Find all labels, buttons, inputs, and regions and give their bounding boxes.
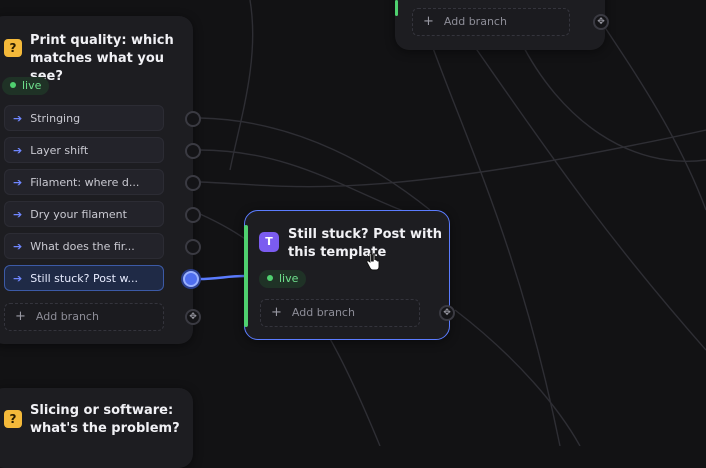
card-title: Print quality: which matches what you se…	[30, 33, 174, 84]
branch-port[interactable]	[185, 111, 201, 127]
question-icon: ?	[4, 39, 22, 57]
question-icon: ?	[4, 410, 22, 428]
template-icon: T	[259, 232, 279, 252]
card-accent-bar	[395, 0, 398, 16]
top-partial-card[interactable]: + Add branch ✥	[395, 0, 609, 50]
live-dot-icon	[267, 275, 273, 281]
hand-cursor-icon	[366, 253, 380, 271]
live-dot-icon	[10, 82, 16, 88]
status-badge: live	[2, 77, 50, 95]
branch-filament[interactable]: ➔ Filament: where d...	[4, 169, 164, 195]
add-branch-button[interactable]: + Add branch	[4, 303, 164, 331]
branch-port[interactable]	[185, 239, 201, 255]
card-accent-bar	[244, 225, 248, 327]
move-handle-icon[interactable]: ✥	[185, 309, 201, 325]
arrow-right-icon: ➔	[13, 240, 23, 253]
branch-port[interactable]	[185, 175, 201, 191]
status-badge: live	[259, 270, 307, 288]
branch-still-stuck[interactable]: ➔ Still stuck? Post w...	[4, 265, 164, 291]
move-handle-icon[interactable]: ✥	[593, 14, 609, 30]
print-quality-card[interactable]: ? Print quality: which matches what you …	[0, 16, 201, 344]
add-branch-button[interactable]: + Add branch	[260, 299, 420, 327]
plus-icon: +	[423, 14, 434, 29]
plus-icon: +	[15, 309, 26, 324]
branch-port-active[interactable]	[183, 271, 199, 287]
arrow-right-icon: ➔	[13, 144, 23, 157]
branch-port[interactable]	[185, 207, 201, 223]
arrow-right-icon: ➔	[13, 208, 23, 221]
arrow-right-icon: ➔	[13, 176, 23, 189]
branch-layer-shift[interactable]: ➔ Layer shift	[4, 137, 164, 163]
still-stuck-card[interactable]: T Still stuck? Post with this template l…	[244, 210, 455, 340]
add-branch-button[interactable]: + Add branch	[412, 8, 570, 36]
arrow-right-icon: ➔	[13, 272, 23, 285]
move-handle-icon[interactable]: ✥	[439, 305, 455, 321]
card-title: Slicing or software: what's the problem?	[30, 403, 180, 436]
branch-port[interactable]	[185, 143, 201, 159]
branch-dry-filament[interactable]: ➔ Dry your filament	[4, 201, 164, 227]
arrow-right-icon: ➔	[13, 112, 23, 125]
branch-stringing[interactable]: ➔ Stringing	[4, 105, 164, 131]
branch-what-does[interactable]: ➔ What does the fir...	[4, 233, 164, 259]
slicing-card[interactable]: ? Slicing or software: what's the proble…	[0, 388, 193, 468]
plus-icon: +	[271, 305, 282, 320]
